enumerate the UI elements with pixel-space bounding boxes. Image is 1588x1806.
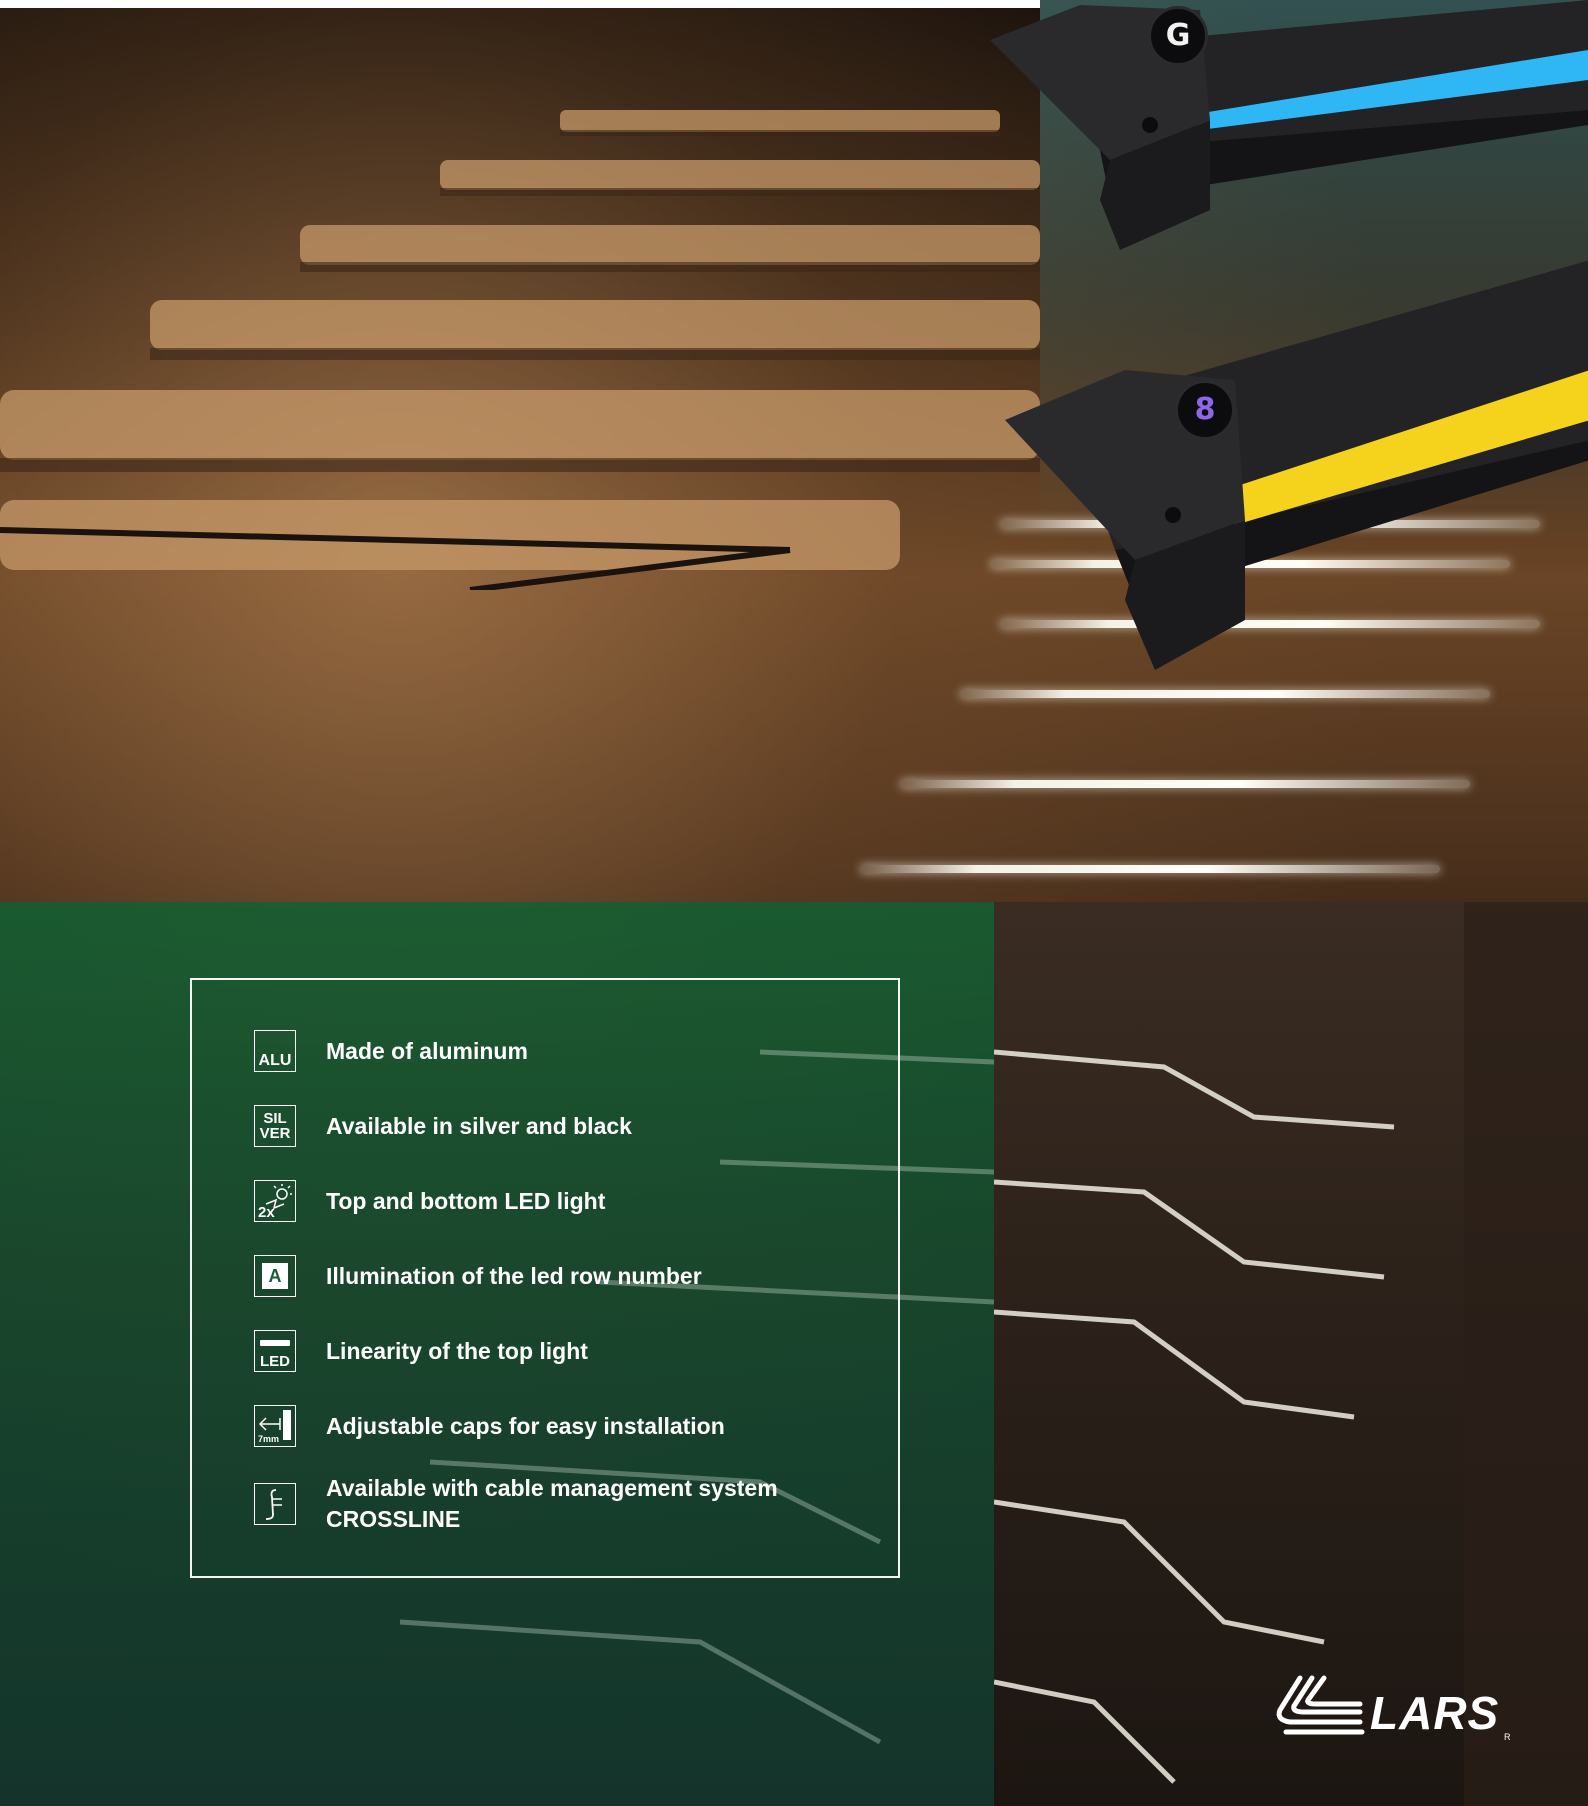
lars-logo: LARS R — [1270, 1670, 1511, 1750]
row-badge-g: G — [1148, 6, 1208, 66]
adjustable-cap-icon: 7mm — [254, 1405, 296, 1447]
feature-item: 2x Top and bottom LED light — [254, 1178, 605, 1224]
letter-tile: A — [262, 1263, 288, 1289]
yellow-profile-graphic — [1005, 260, 1588, 670]
row-letter-icon: A — [254, 1255, 296, 1297]
feature-label: Linearity of the top light — [326, 1337, 588, 1364]
feature-item: 7mm Adjustable caps for easy installatio… — [254, 1403, 725, 1449]
brand-wordmark: LARS — [1370, 1687, 1500, 1739]
promo-page: G 8 ALU Made of aluminum SIL VER Availab… — [0, 0, 1588, 1806]
feature-item: A Illumination of the led row number — [254, 1253, 702, 1299]
dual-led-icon: 2x — [254, 1180, 296, 1222]
top-border-strip — [0, 0, 1040, 8]
badge-number: 8 — [1194, 392, 1216, 427]
blue-led-profile: G — [990, 0, 1588, 250]
features-frame: ALU Made of aluminum SIL VER Available i… — [190, 978, 900, 1578]
cinema-seat-rows — [0, 90, 1040, 593]
feature-item: Available with cable management system C… — [254, 1473, 778, 1535]
stair-led-strip — [860, 865, 1440, 873]
feature-label: Made of aluminum — [326, 1037, 528, 1064]
stair-led-strip — [960, 690, 1490, 698]
cable-clip-icon — [265, 1489, 282, 1520]
feature-label: Illumination of the led row number — [326, 1262, 702, 1289]
feature-item: SIL VER Available in silver and black — [254, 1103, 632, 1149]
silver-icon: SIL VER — [254, 1105, 296, 1147]
row-badge-8: 8 — [1175, 380, 1235, 440]
yellow-led-profile: 8 — [1005, 260, 1588, 670]
cable-management-icon — [254, 1483, 296, 1525]
badge-letter: G — [1165, 18, 1191, 53]
feature-label: Available in silver and black — [326, 1112, 632, 1139]
feature-label: Available with cable management system C… — [326, 1475, 778, 1532]
registered-mark: R — [1504, 1732, 1511, 1742]
light-bar — [260, 1340, 290, 1346]
stair-led-strip — [900, 780, 1470, 788]
feature-item: ALU Made of aluminum — [254, 1028, 528, 1074]
seat-rows-graphic — [0, 110, 1040, 593]
arrow-left-icon — [258, 1417, 281, 1431]
feature-label: Top and bottom LED light — [326, 1187, 606, 1214]
feature-label: Adjustable caps for easy installation — [326, 1412, 725, 1439]
led-linearity-icon: LED — [254, 1330, 296, 1372]
alu-icon: ALU — [254, 1030, 296, 1072]
feature-item: LED Linearity of the top light — [254, 1328, 588, 1374]
cap-block — [283, 1410, 291, 1440]
blue-profile-graphic — [990, 0, 1588, 250]
